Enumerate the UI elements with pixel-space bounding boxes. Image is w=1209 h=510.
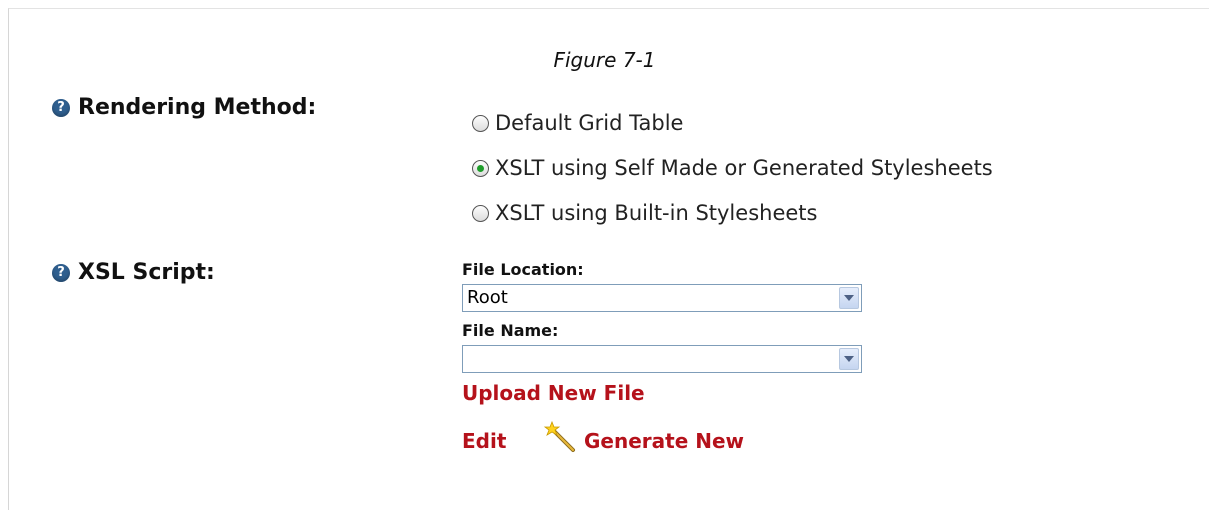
- radio-button[interactable]: [472, 114, 489, 132]
- radio-button[interactable]: [472, 204, 489, 222]
- help-icon[interactable]: ?: [52, 263, 70, 282]
- magic-wand-icon[interactable]: [543, 420, 577, 454]
- xsl-script-label: ? XSL Script:: [52, 260, 215, 285]
- edit-link[interactable]: Edit: [462, 429, 506, 453]
- rendering-method-label-text: Rendering Method:: [78, 95, 317, 120]
- file-location-value: Root: [467, 287, 508, 308]
- file-location-select[interactable]: Root: [462, 284, 862, 312]
- radio-option-default-grid-table[interactable]: Default Grid Table: [472, 111, 683, 135]
- file-location-label: File Location:: [462, 260, 584, 279]
- radio-option-xslt-built-in[interactable]: XSLT using Built-in Stylesheets: [472, 201, 817, 225]
- radio-option-label: XSLT using Self Made or Generated Styles…: [495, 156, 993, 180]
- radio-option-label: XSLT using Built-in Stylesheets: [495, 201, 818, 225]
- radio-option-xslt-self-made[interactable]: XSLT using Self Made or Generated Styles…: [472, 156, 993, 180]
- figure-caption: Figure 7-1: [553, 48, 656, 72]
- chevron-down-icon[interactable]: [839, 287, 859, 309]
- rendering-method-label: ? Rendering Method:: [52, 95, 316, 120]
- radio-option-label: Default Grid Table: [495, 111, 684, 135]
- file-name-label: File Name:: [462, 321, 559, 340]
- generate-new-link[interactable]: Generate New: [584, 429, 744, 453]
- help-icon[interactable]: ?: [52, 98, 70, 117]
- upload-new-file-link[interactable]: Upload New File: [462, 381, 645, 405]
- chevron-down-icon[interactable]: [839, 348, 859, 370]
- xsl-script-label-text: XSL Script:: [78, 260, 215, 285]
- file-name-select[interactable]: [462, 345, 862, 373]
- radio-button-selected[interactable]: [472, 159, 489, 177]
